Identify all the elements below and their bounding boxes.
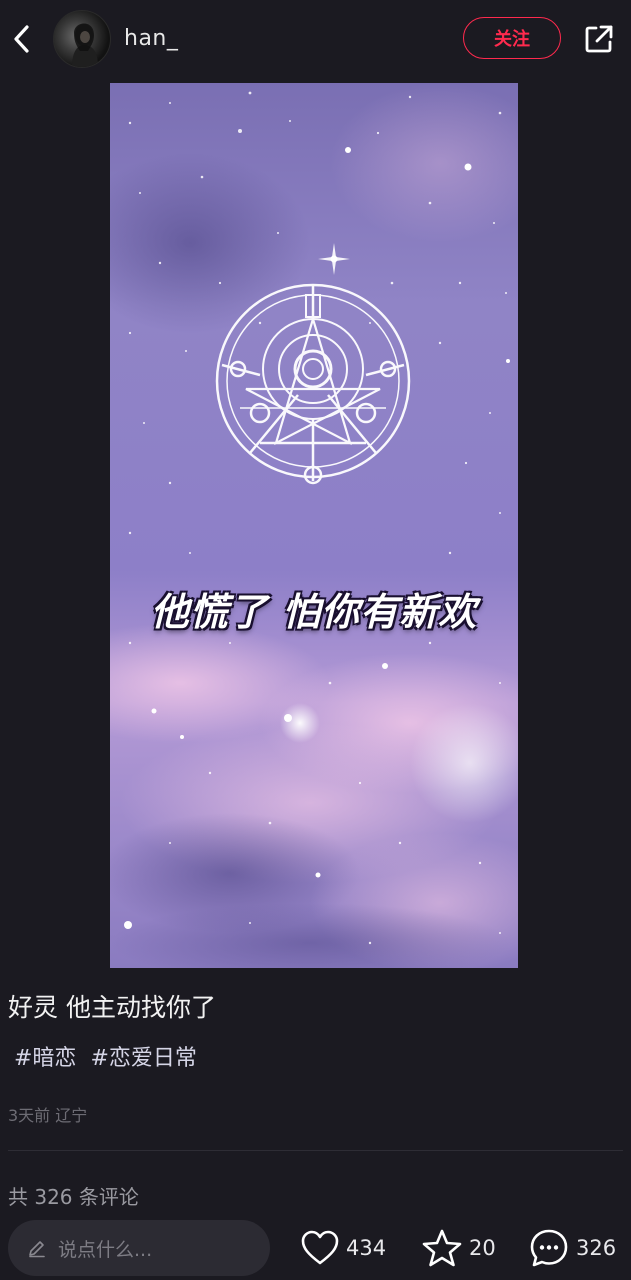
star-icon [422, 1229, 462, 1267]
comment-input-placeholder: 说点什么... [58, 1238, 153, 1261]
galaxy-background-image [110, 83, 518, 968]
tag-link[interactable]: #暗恋 [14, 1040, 76, 1072]
share-button[interactable] [580, 20, 618, 58]
post-title: 好灵 他主动找你了 [8, 993, 216, 1022]
follow-button[interactable]: 关注 [463, 17, 561, 59]
comment-input[interactable]: 说点什么... [8, 1220, 270, 1276]
back-button[interactable] [6, 22, 36, 56]
comment-button[interactable]: 326 [528, 1226, 616, 1270]
video-caption: 他慌了 怕你有新欢 [150, 590, 478, 634]
divider [8, 1150, 623, 1151]
favorite-button[interactable]: 20 [421, 1226, 496, 1270]
comment-count-label: 共 326 条评论 [8, 1185, 139, 1209]
heart-icon [301, 1230, 339, 1265]
like-count: 434 [346, 1236, 387, 1260]
favorite-count: 20 [469, 1236, 496, 1260]
video-cover[interactable]: 他慌了 怕你有新欢 [110, 83, 518, 968]
comment-count: 326 [576, 1236, 617, 1260]
tag-link[interactable]: #恋爱日常 [90, 1040, 196, 1072]
like-button[interactable]: 434 [300, 1226, 386, 1270]
top-bar: han_ 关注 [0, 0, 631, 80]
post-meta: 3天前 辽宁 [8, 1106, 88, 1125]
pencil-icon [26, 1237, 48, 1259]
chevron-left-icon [14, 25, 29, 53]
avatar[interactable] [53, 10, 111, 68]
share-external-icon [585, 25, 613, 53]
tag-list: #暗恋 #恋爱日常 [14, 1040, 197, 1072]
username[interactable]: han_ [124, 26, 178, 51]
comment-bubble-icon [530, 1229, 568, 1267]
